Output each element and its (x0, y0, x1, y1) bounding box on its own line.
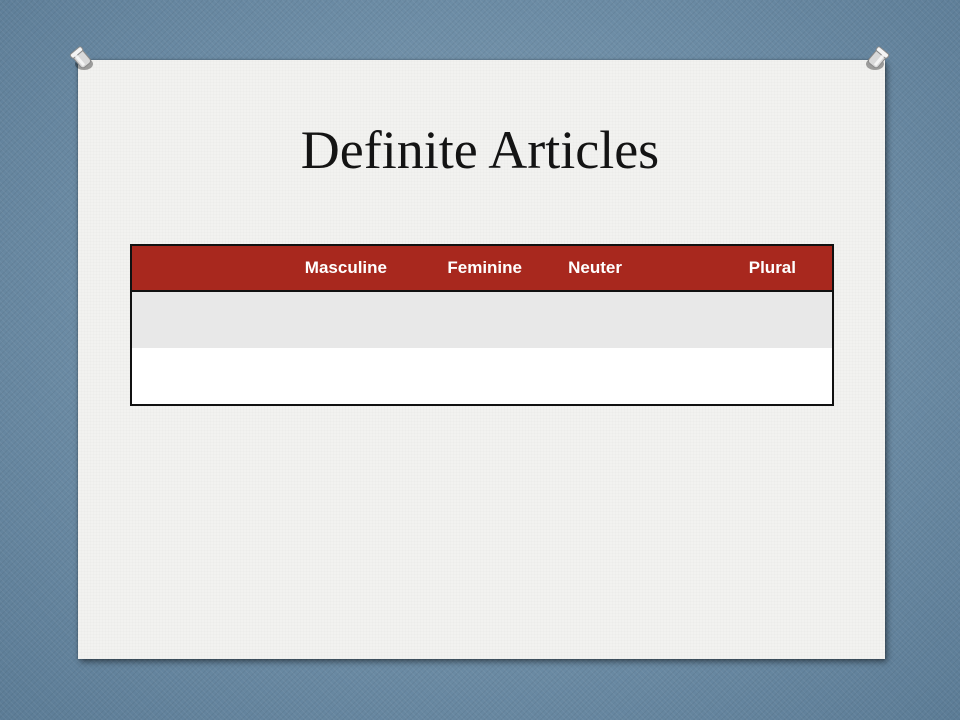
pushpin-icon (866, 46, 890, 70)
slide-title: Definite Articles (300, 120, 660, 180)
table-cell (290, 348, 391, 405)
table-cell (131, 348, 290, 405)
table-header-cell-blank (131, 245, 290, 292)
table-cell (131, 291, 290, 348)
slide-root: { "slide": { "title": "Definite Articles… (0, 0, 960, 720)
table-row (131, 291, 833, 348)
articles-table: Masculine Feminine Neuter Plural (130, 244, 834, 406)
table-cell (391, 348, 537, 405)
table-header-feminine: Feminine (391, 245, 537, 292)
table-header-plural: Plural (671, 245, 833, 292)
table-cell (671, 291, 833, 348)
table-cell (290, 291, 391, 348)
table-row (131, 348, 833, 405)
table-header-row: Masculine Feminine Neuter Plural (131, 245, 833, 292)
pushpin-icon (69, 46, 93, 70)
table-cell (537, 291, 671, 348)
table-header-neuter: Neuter (537, 245, 671, 292)
table-cell (537, 348, 671, 405)
table-cell (391, 291, 537, 348)
table-cell (671, 348, 833, 405)
table-header-masculine: Masculine (290, 245, 391, 292)
